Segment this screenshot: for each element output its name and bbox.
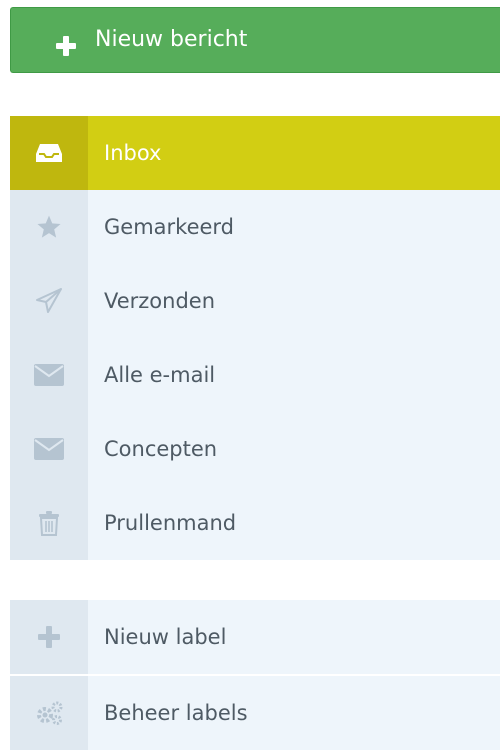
folder-label: Verzonden — [104, 289, 216, 313]
gears-icon — [10, 676, 88, 750]
folder-item-gemarkeerd[interactable]: Gemarkeerd — [10, 190, 500, 264]
label-item-label: Beheer labels — [104, 701, 248, 725]
plus-icon — [10, 600, 88, 674]
folder-item-prullenmand[interactable]: Prullenmand — [10, 486, 500, 560]
folder-label: Concepten — [104, 437, 218, 461]
labels-list: Nieuw label Beheer labels — [10, 600, 500, 750]
folder-label: Alle e-mail — [104, 363, 216, 387]
folder-list: Inbox Gemarkeerd Verzonden Alle e-mail C… — [10, 116, 500, 560]
plus-icon — [56, 36, 76, 56]
folder-label: Gemarkeerd — [104, 215, 234, 239]
new-label-item[interactable]: Nieuw label — [10, 600, 500, 674]
manage-labels-item[interactable]: Beheer labels — [10, 676, 500, 750]
star-icon — [10, 190, 88, 264]
folder-label: Prullenmand — [104, 511, 237, 535]
folder-item-alle-email[interactable]: Alle e-mail — [10, 338, 500, 412]
new-message-button[interactable]: Nieuw bericht — [10, 7, 500, 73]
inbox-icon — [10, 116, 88, 190]
new-message-label: Nieuw bericht — [95, 27, 248, 52]
envelope-icon — [10, 338, 88, 412]
envelope-icon — [10, 412, 88, 486]
folder-item-concepten[interactable]: Concepten — [10, 412, 500, 486]
label-item-label: Nieuw label — [104, 625, 227, 649]
folder-item-inbox[interactable]: Inbox — [10, 116, 500, 190]
trash-icon — [10, 486, 88, 560]
folder-item-verzonden[interactable]: Verzonden — [10, 264, 500, 338]
folder-label: Inbox — [104, 141, 162, 165]
paper-plane-icon — [10, 264, 88, 338]
